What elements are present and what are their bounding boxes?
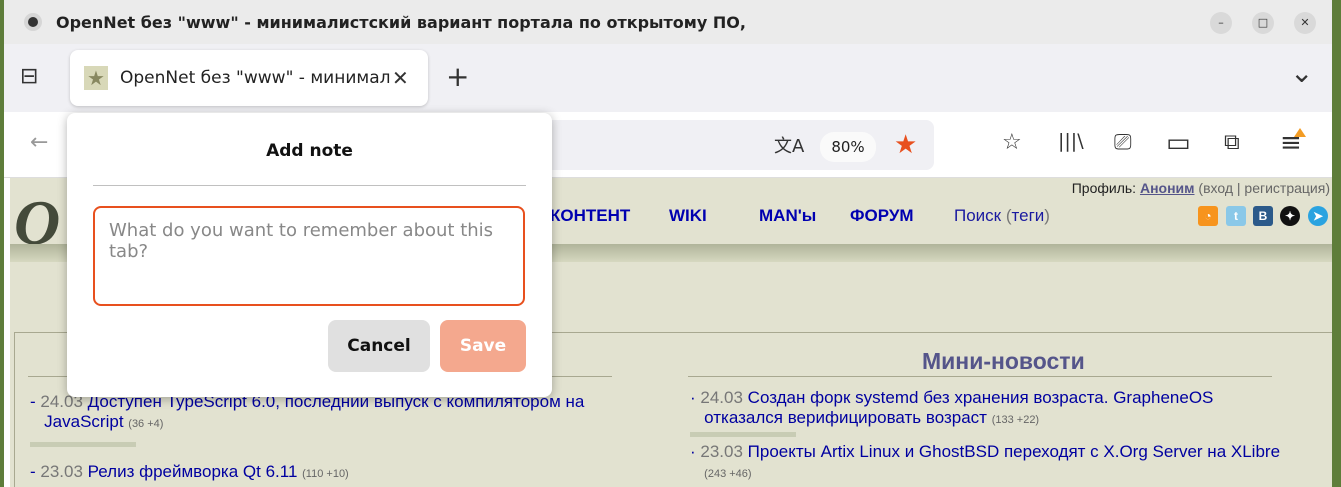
nav-man[interactable]: MAN'ы [759,206,816,226]
mini-news-item[interactable]: · 24.03 Создан форк systemd без хранения… [690,388,1213,430]
tab-opennet[interactable]: ★ OpenNet без "www" - минималистский вар… [70,50,428,106]
close-tab-icon[interactable]: ✕ [392,66,409,90]
nav-wiki[interactable]: WIKI [669,206,707,226]
maximize-button[interactable]: □ [1252,12,1274,34]
save-to-pocket-icon[interactable]: ☆ [1002,130,1022,155]
tab-bar: ⊟ ★ OpenNet без "www" - минималистский в… [4,44,1332,112]
mini-news-heading: Мини-новости [922,348,1085,374]
telegram-icon[interactable]: ➤ [1308,206,1328,226]
nav-forum[interactable]: ФОРУМ [850,206,914,226]
profile-label: Профиль: [1071,180,1137,196]
note-input[interactable] [93,206,525,306]
search-nav: Поиск (теги) [954,206,1050,225]
bookmark-star-icon[interactable]: ★ [894,130,917,160]
add-note-panel: Add note Cancel Save [67,113,552,397]
login-link[interactable]: вход [1203,180,1233,196]
tab-title: OpenNet без "www" - минималистский вариа… [120,68,392,88]
window-menu-icon[interactable] [28,17,38,27]
favicon-icon: ★ [84,66,108,90]
news-item[interactable]: - 24.03 Доступен TypeScript 6.0, последн… [30,392,584,434]
twitter-icon[interactable]: t [1226,206,1246,226]
mini-news-item[interactable]: · 23.03 Проекты Artix Linux и GhostBSD п… [690,442,1280,484]
divider [688,376,1272,377]
mastodon-icon[interactable]: ✦ [1280,206,1300,226]
divider [93,185,526,186]
nav-content[interactable]: КОНТЕНТ [550,206,630,226]
sidebar-icon[interactable]: ▭ [1166,128,1191,158]
news-item[interactable]: - 23.03 Релиз фреймворка Qt 6.11 (110 +1… [30,462,349,484]
register-link[interactable]: регистрация [1244,180,1325,196]
extensions-icon[interactable]: ⧉ [1224,130,1240,155]
translate-icon[interactable]: 文A [774,132,804,158]
minimize-button[interactable]: – [1210,12,1232,34]
sync-icon[interactable]: ⎚ [1114,130,1132,155]
cancel-button[interactable]: Cancel [328,320,430,372]
search-link[interactable]: Поиск [954,206,1001,225]
tags-link[interactable]: теги [1012,206,1045,225]
new-tab-button[interactable]: + [446,60,469,93]
firefox-view-icon[interactable]: ⊟ [20,64,38,89]
zoom-level-button[interactable]: 80% [820,132,876,162]
save-button[interactable]: Save [440,320,526,372]
back-button[interactable]: ← [30,130,48,155]
profile-user-link[interactable]: Аноним [1140,180,1195,196]
profile-bar: Профиль: Аноним (вход | регистрация) [1071,180,1330,196]
list-all-tabs-button[interactable]: ⌄ [1290,56,1313,89]
title-bar: OpenNet без "www" - минималистский вариа… [4,0,1332,44]
add-note-title: Add note [266,141,353,161]
separator [690,432,796,437]
library-icon[interactable]: |||\ [1058,130,1084,152]
window-title: OpenNet без "www" - минималистский вариа… [56,12,746,32]
vk-icon[interactable]: B [1253,206,1273,226]
rss-icon[interactable]: ◔ [1198,206,1218,226]
close-window-button[interactable]: ✕ [1294,12,1316,34]
separator [30,442,136,447]
update-badge-icon [1294,128,1306,137]
